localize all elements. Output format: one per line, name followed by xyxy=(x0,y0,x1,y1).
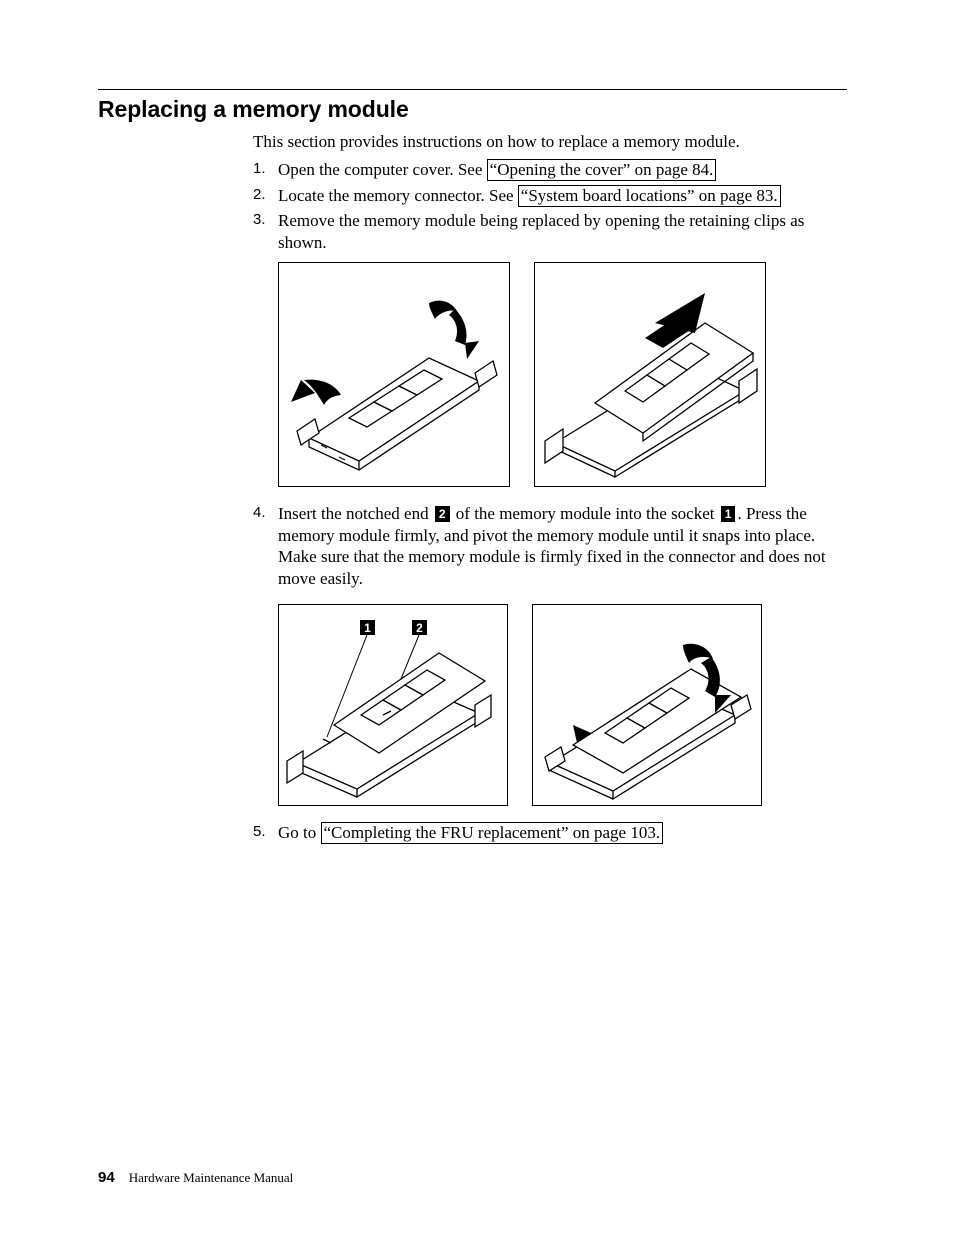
step-3: 3. Remove the memory module being replac… xyxy=(253,210,847,487)
callout-2: 2 xyxy=(435,506,450,522)
step-number: 1. xyxy=(253,159,266,178)
doc-title: Hardware Maintenance Manual xyxy=(129,1170,294,1185)
figure-row-1 xyxy=(278,262,847,487)
step-4: 4. Insert the notched end 2 of the memor… xyxy=(253,503,847,806)
step-5: 5. Go to “Completing the FRU replacement… xyxy=(253,822,847,844)
fig-callout-2: 2 xyxy=(416,621,423,635)
intro-text: This section provides instructions on ho… xyxy=(253,131,847,153)
page-number: 94 xyxy=(98,1169,115,1186)
page-footer: 94 Hardware Maintenance Manual xyxy=(98,1169,293,1186)
section-heading: Replacing a memory module xyxy=(98,96,847,123)
figure-insert-labeled: 1 2 xyxy=(278,604,508,806)
steps-list: 1. Open the computer cover. See “Opening… xyxy=(253,159,847,844)
step-text-part1: Insert the notched end xyxy=(278,504,433,523)
step-text: Open the computer cover. See xyxy=(278,160,487,179)
step-number: 5. xyxy=(253,822,266,841)
fig-callout-1: 1 xyxy=(364,621,371,635)
step-number: 4. xyxy=(253,503,266,522)
step-text: Remove the memory module being replaced … xyxy=(278,211,804,252)
step-text: Locate the memory connector. See xyxy=(278,186,518,205)
figure-row-2: 1 2 xyxy=(278,604,847,806)
step-text: Go to xyxy=(278,823,321,842)
step-1: 1. Open the computer cover. See “Opening… xyxy=(253,159,847,181)
figure-remove-lifted xyxy=(534,262,766,487)
figure-remove-press xyxy=(278,262,510,487)
link-open-cover[interactable]: “Opening the cover” on page 84. xyxy=(487,159,717,181)
section-rule xyxy=(98,89,847,90)
step-text-part2: of the memory module into the socket xyxy=(452,504,719,523)
callout-1: 1 xyxy=(721,506,736,522)
step-2: 2. Locate the memory connector. See “Sys… xyxy=(253,185,847,207)
step-number: 2. xyxy=(253,185,266,204)
step-number: 3. xyxy=(253,210,266,229)
figure-insert-press xyxy=(532,604,762,806)
link-completing-fru[interactable]: “Completing the FRU replacement” on page… xyxy=(321,822,664,844)
link-system-board[interactable]: “System board locations” on page 83. xyxy=(518,185,781,207)
